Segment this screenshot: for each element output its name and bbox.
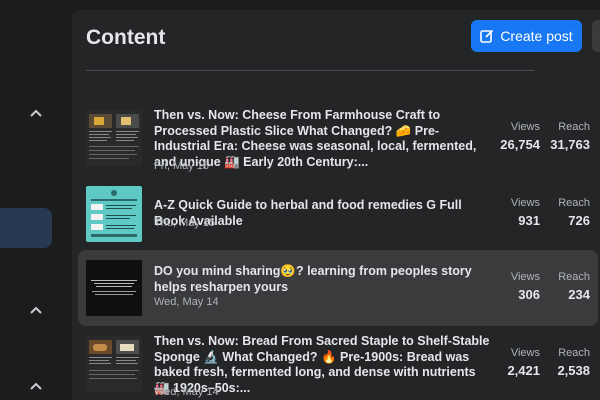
create-post-button[interactable]: Create post [471, 20, 582, 52]
post-thumbnail [86, 336, 142, 392]
views-value: 2,421 [507, 363, 540, 378]
reach-value: 31,763 [550, 137, 590, 152]
page-title: Content [86, 26, 166, 49]
create-post-label: Create post [500, 28, 573, 44]
chevron-up-icon[interactable] [28, 302, 44, 318]
post-date: Wed, May 14 [154, 296, 219, 308]
reach-metric: Reach 31,763 [546, 121, 590, 152]
views-value: 26,754 [500, 137, 540, 152]
views-value: 931 [518, 213, 540, 228]
reach-label: Reach [558, 121, 590, 133]
sidebar-item-active[interactable] [0, 208, 52, 248]
post-title[interactable]: DO you mind sharing🥹? learning from peop… [154, 264, 492, 295]
post-row[interactable]: A-Z Quick Guide to herbal and food remed… [78, 176, 598, 252]
post-date: Thu, May 15 [154, 217, 216, 229]
reach-value: 726 [568, 213, 590, 228]
views-label: Views [510, 197, 540, 209]
reach-value: 234 [568, 287, 590, 302]
views-metric: Views 931 [500, 197, 540, 228]
post-date: Fri, May 16 [154, 160, 210, 172]
views-value: 306 [518, 287, 540, 302]
post-date: Wed, May 14 [154, 386, 219, 398]
reach-label: Reach [558, 197, 590, 209]
views-metric: Views 2,421 [500, 347, 540, 378]
post-thumbnail [86, 110, 142, 166]
reach-metric: Reach 2,538 [546, 347, 590, 378]
reach-label: Reach [558, 271, 590, 283]
post-thumbnail [86, 186, 142, 242]
views-label: Views [510, 271, 540, 283]
sidebar [0, 0, 60, 400]
content-app: Content Create post Then vs. Now: Cheese… [0, 0, 600, 400]
chevron-up-icon[interactable] [28, 378, 44, 394]
divider [86, 70, 534, 71]
reach-metric: Reach 234 [546, 271, 590, 302]
reach-metric: Reach 726 [546, 197, 590, 228]
reach-value: 2,538 [557, 363, 590, 378]
post-row[interactable]: Then vs. Now: Cheese From Farmhouse Craf… [78, 100, 598, 176]
views-label: Views [510, 121, 540, 133]
more-button[interactable] [592, 20, 600, 52]
edit-icon [480, 29, 494, 43]
views-metric: Views 306 [500, 271, 540, 302]
views-label: Views [510, 347, 540, 359]
chevron-up-icon[interactable] [28, 105, 44, 121]
post-row[interactable]: DO you mind sharing🥹? learning from peop… [78, 250, 598, 326]
post-row[interactable]: Then vs. Now: Bread From Sacred Staple t… [78, 326, 598, 400]
post-thumbnail [86, 260, 142, 316]
content-panel: Content Create post Then vs. Now: Cheese… [72, 10, 600, 400]
reach-label: Reach [558, 347, 590, 359]
views-metric: Views 26,754 [500, 121, 540, 152]
